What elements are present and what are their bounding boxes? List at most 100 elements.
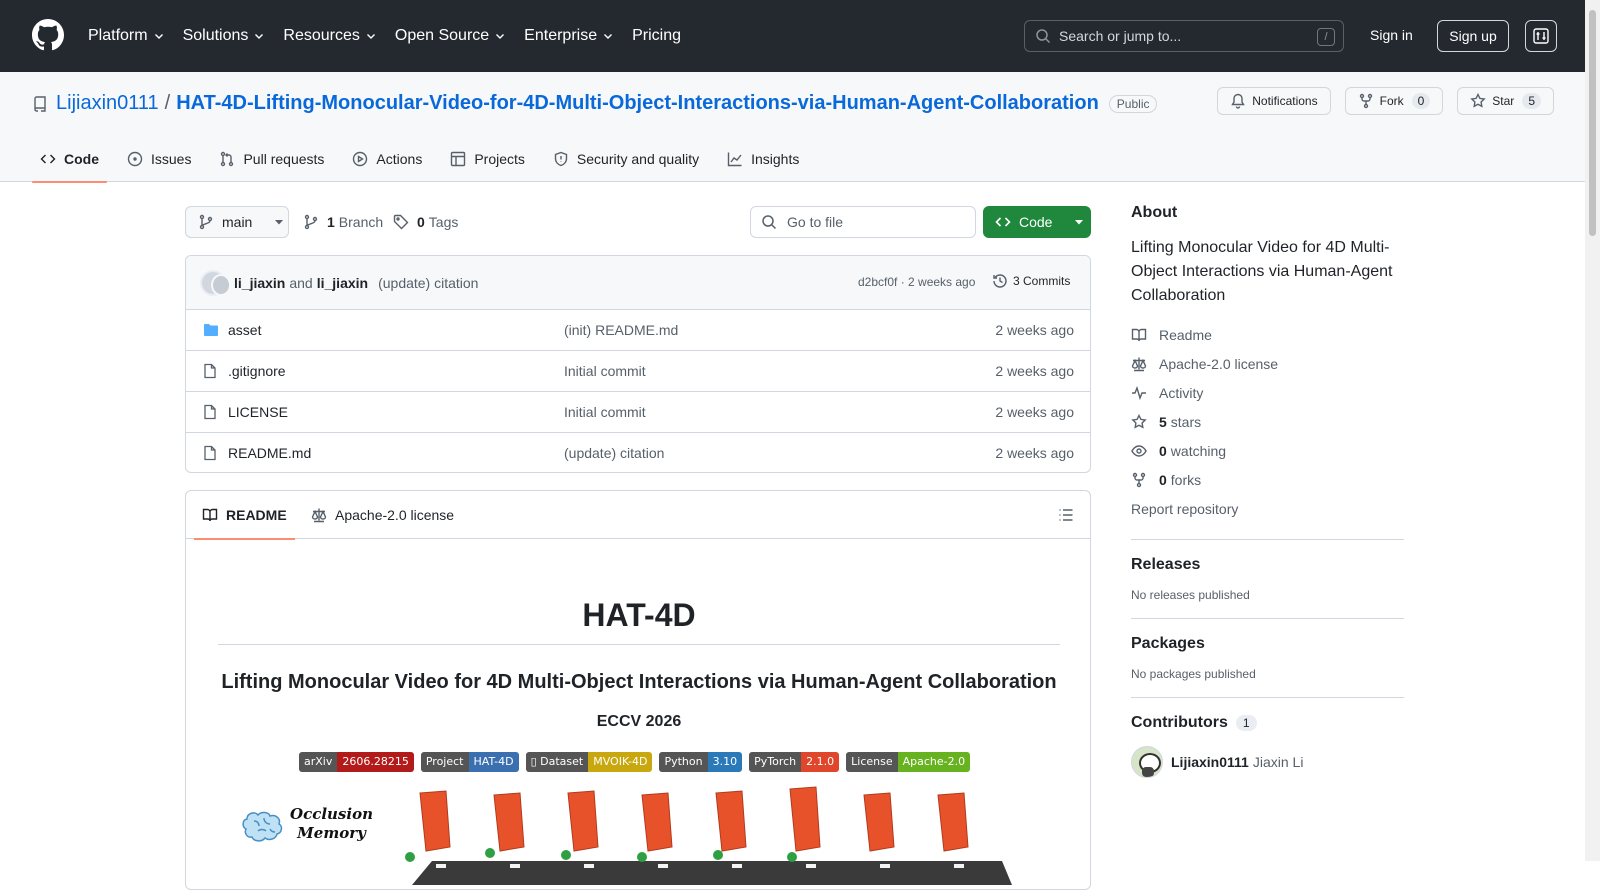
contributor-item[interactable]: Lijiaxin0111 Jiaxin Li [1131,746,1404,778]
commit-author-avatars[interactable] [200,269,231,296]
settings-menu-button[interactable] [1525,20,1557,52]
nav-item-pricing[interactable]: Pricing [632,27,681,45]
license-tab[interactable]: Apache-2.0 license [311,491,454,539]
sign-up-button[interactable]: Sign up [1437,20,1509,52]
file-icon [204,445,216,461]
file-row[interactable]: README.md (update) citation 2 weeks ago [186,433,1090,472]
notifications-button[interactable]: Notifications [1217,87,1331,115]
sign-in-link[interactable]: Sign in [1370,27,1413,43]
file-icon [204,363,216,379]
readme-tab-label: README [226,507,287,523]
file-commit-message[interactable]: (init) README.md [564,322,678,338]
branch-label: Branch [338,214,384,230]
file-row[interactable]: .gitignore Initial commit 2 weeks ago [186,351,1090,392]
file-commit-message[interactable]: (update) citation [564,445,664,461]
branch-selector[interactable]: main [185,206,289,238]
scrollbar-thumb[interactable] [1589,10,1596,236]
commits-history-link[interactable]: 3 Commits [992,273,1070,289]
tags-link[interactable]: 0 Tags [393,214,458,230]
sidebar-link-label: forks [1170,471,1202,488]
commits-count: 3 Commits [1013,274,1071,288]
commit-message-link[interactable]: (update) citation [378,275,478,291]
sidebar-link-readme[interactable]: Readme [1131,320,1404,349]
shield-badge[interactable]: Python 3.10 [659,752,743,772]
file-name-link[interactable]: LICENSE [228,404,288,420]
badge-value: 2606.28215 [337,752,414,772]
sidebar-link-count: 0 [1159,471,1167,488]
tab-security-and-quality[interactable]: Security and quality [545,136,707,182]
star-button[interactable]: Star 5 [1457,87,1554,115]
file-name-link[interactable]: README.md [228,445,311,461]
shield-badge[interactable]: PyTorch 2.1.0 [749,752,840,772]
file-row[interactable]: asset (init) README.md 2 weeks ago [186,310,1090,351]
file-row[interactable]: LICENSE Initial commit 2 weeks ago [186,392,1090,433]
repo-owner-link[interactable]: Lijiaxin0111 [56,92,159,115]
repo-actions: Notifications Fork 0 Star 5 [1217,87,1554,115]
report-repository-link[interactable]: Report repository [1131,494,1404,523]
sidebar-link-activity[interactable]: Activity [1131,378,1404,407]
issue-icon [127,151,143,167]
latest-commit-bar: li_jiaxin and li_jiaxin (update) citatio… [186,256,1090,310]
repo-sidebar: About Lifting Monocular Video for 4D Mul… [1131,204,1404,778]
tab-issues[interactable]: Issues [119,136,199,182]
github-logo-icon[interactable] [32,19,64,51]
nav-item-open-source[interactable]: Open Source [395,27,506,45]
hero-caption: Occlusion Memory [290,805,373,843]
fork-icon [1359,93,1372,109]
code-dropdown-button[interactable]: Code [983,206,1091,238]
tab-actions[interactable]: Actions [344,136,430,182]
commit-coauthor-link[interactable]: li_jiaxin [317,275,368,291]
sidebar-link-forks[interactable]: 0 forks [1131,465,1404,494]
releases-heading[interactable]: Releases [1131,556,1404,574]
outline-list-icon[interactable] [1058,507,1074,523]
tab-pull-requests[interactable]: Pull requests [211,136,332,182]
nav-item-solutions[interactable]: Solutions [183,27,266,45]
file-commit-date: 2 weeks ago [995,363,1074,379]
commit-and-text: and [289,274,313,291]
tab-insights[interactable]: Insights [719,136,807,182]
about-heading: About [1131,204,1178,221]
readme-tab[interactable]: README [194,491,295,540]
file-commit-message[interactable]: Initial commit [564,363,646,379]
badge-label: ▯ Dataset [525,752,589,772]
file-name-link[interactable]: asset [228,322,261,338]
go-to-file-placeholder: Go to file [787,214,844,230]
fork-icon [1132,472,1146,487]
nav-item-resources[interactable]: Resources [283,27,376,45]
packages-heading[interactable]: Packages [1131,635,1404,653]
commit-hash-time[interactable]: d2bcf0f · 2 weeks ago [858,275,975,289]
contributors-heading[interactable]: Contributors 1 [1131,714,1404,732]
readme-heading: HAT-4D [218,597,1060,645]
badge-label: Project [420,752,469,772]
sidebar-link-stars[interactable]: 5 stars [1131,407,1404,436]
badge-label: Python [659,752,708,772]
report-label: Report repository [1131,500,1239,517]
avatar[interactable] [1131,746,1163,778]
shield-badge[interactable]: arXiv 2606.28215 [299,752,414,772]
commit-author-link[interactable]: li_jiaxin [234,275,285,291]
file-commit-message[interactable]: Initial commit [564,404,646,420]
nav-item-platform[interactable]: Platform [88,27,165,45]
sidebar-link-watching[interactable]: 0 watching [1131,436,1404,465]
about-links: Readme Apache-2.0 license Activity 5 stars 0 w… [1131,320,1404,494]
branches-link[interactable]: 1 Branch [303,214,383,230]
law-icon [1131,357,1147,371]
tab-code[interactable]: Code [32,136,107,183]
global-search-input[interactable]: Search or jump to... / [1024,20,1344,52]
shield-badge[interactable]: License Apache-2.0 [846,752,971,772]
sidebar-link-label: stars [1170,413,1202,430]
sidebar-link-apache-2-0-license[interactable]: Apache-2.0 license [1131,349,1404,378]
contributor-login[interactable]: Lijiaxin0111 [1171,754,1249,770]
file-name-link[interactable]: .gitignore [228,363,286,379]
tab-projects[interactable]: Projects [442,136,533,182]
page-scrollbar[interactable] [1585,0,1600,861]
nav-item-label: Open Source [394,27,490,44]
repo-name-link[interactable]: HAT-4D-Lifting-Monocular-Video-for-4D-Mu… [176,92,1099,115]
code-icon [995,217,1011,227]
fork-button[interactable]: Fork 0 [1344,87,1444,115]
go-to-file-input[interactable]: Go to file [750,206,976,238]
shield-badge[interactable]: Project HAT-4D [420,752,519,772]
tag-icon [393,214,409,230]
shield-badge[interactable]: ▯ Dataset MVOIK-4D [525,752,653,772]
nav-item-enterprise[interactable]: Enterprise [524,27,614,45]
